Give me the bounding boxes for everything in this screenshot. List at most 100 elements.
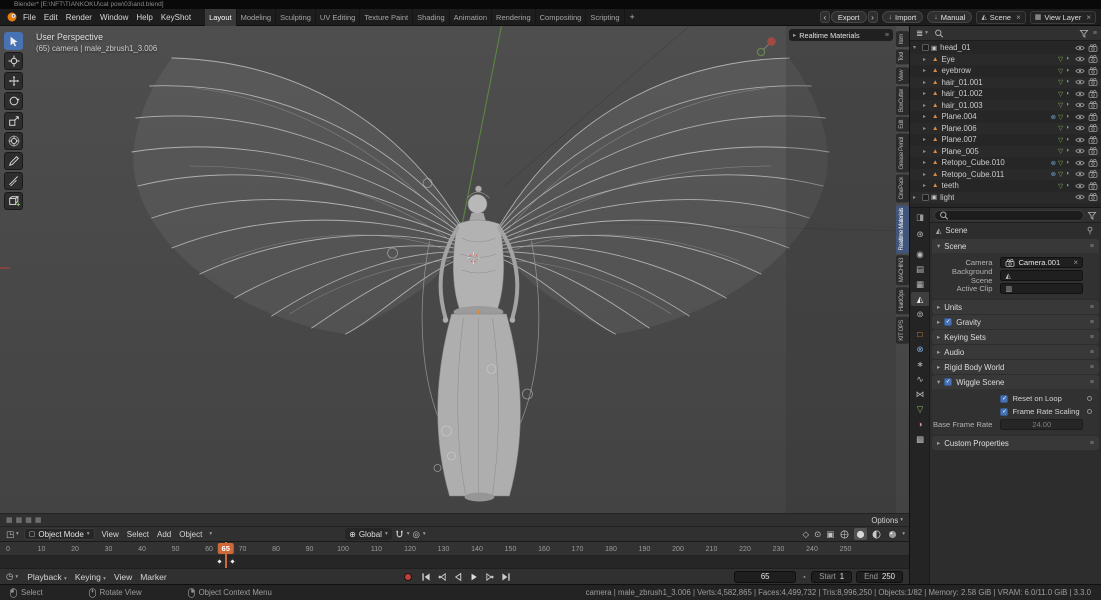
tool-transform[interactable] — [4, 132, 23, 150]
current-frame-chip[interactable]: 65 — [217, 543, 234, 554]
collection-grid-icon[interactable]: ▦ — [16, 516, 23, 524]
disable-render-icon[interactable] — [1088, 193, 1098, 201]
properties-tab-physics[interactable]: ∿ — [911, 372, 929, 386]
expand-arrow-icon[interactable]: ▸ — [923, 79, 930, 86]
drag-handle-icon[interactable]: ≡ — [1090, 304, 1094, 311]
toggle-xray-icon[interactable]: ▣ — [825, 529, 835, 540]
outliner-item-retopo-cube-010[interactable]: ▸ ▲ Retopo_Cube.010 ⊗ ▽ ◑ — [910, 157, 1101, 169]
auto-keying-button[interactable] — [403, 572, 412, 581]
expand-arrow-icon[interactable]: ▸ — [923, 113, 930, 120]
disable-render-icon[interactable] — [1088, 113, 1098, 121]
camera-field[interactable]: Camera.001 × — [1000, 257, 1083, 268]
hide-viewport-icon[interactable] — [1075, 147, 1085, 155]
workspace-tab-uv-editing[interactable]: UV Editing — [316, 8, 361, 26]
expand-arrow-icon[interactable]: ▸ — [923, 67, 930, 74]
sidebar-tab-view[interactable]: View — [896, 66, 909, 84]
expand-arrow-icon[interactable]: ▸ — [923, 182, 930, 189]
panel-units-header[interactable]: ▸ Units ≡ — [932, 300, 1099, 314]
hide-viewport-icon[interactable] — [1075, 67, 1085, 75]
show-overlays-icon[interactable]: ⊙ — [813, 529, 822, 540]
close-icon[interactable]: × — [1086, 13, 1091, 22]
add-workspace-button[interactable]: + — [625, 12, 640, 22]
start-frame-field[interactable]: Start 1 — [811, 570, 853, 583]
export-next-icon[interactable]: › — [867, 11, 878, 23]
outliner-item-plane-007[interactable]: ▸ ▲ Plane.007 ▽ ◑ — [910, 134, 1101, 146]
menu-object[interactable]: Object — [175, 530, 206, 539]
collection-grid-icon[interactable]: ▦ — [25, 516, 32, 524]
filter-icon[interactable] — [1079, 29, 1089, 38]
editor-type-button[interactable]: ◨ — [911, 210, 929, 224]
disable-render-icon[interactable] — [1088, 182, 1098, 190]
sidebar-tab-item[interactable]: Item — [896, 31, 909, 48]
clear-icon[interactable]: × — [1073, 258, 1078, 267]
properties-tab-world[interactable]: ⊚ — [911, 307, 929, 321]
sidebar-tab-edit[interactable]: Edit — [896, 116, 909, 132]
disable-render-icon[interactable] — [1088, 55, 1098, 63]
decorator-icon[interactable] — [1087, 396, 1092, 401]
workspace-tab-scripting[interactable]: Scripting — [586, 8, 625, 26]
timeline-ruler[interactable]: 0 10 20 30 40 50 60 70 80 90 100 110 120 130 140 150 160… — [0, 542, 909, 556]
base-frame-rate-field[interactable]: 24.00 — [1000, 419, 1083, 430]
properties-tab-particles[interactable]: ∗ — [911, 357, 929, 371]
outliner-item-head-01[interactable]: ▾ ▣ head_01 — [910, 42, 1101, 54]
keyframe-icon[interactable] — [228, 557, 236, 566]
hide-viewport-icon[interactable] — [1075, 193, 1085, 201]
tool-cursor[interactable] — [4, 52, 23, 70]
frame-rate-scaling-checkbox[interactable] — [1000, 407, 1009, 416]
expand-arrow-icon[interactable]: ▸ — [923, 56, 930, 63]
expand-arrow-icon[interactable]: ▸ — [923, 148, 930, 155]
search-icon[interactable] — [934, 29, 944, 38]
collection-checkbox[interactable] — [922, 44, 929, 52]
sidebar-tab-cinepack[interactable]: CinePack — [896, 174, 909, 203]
tool-select-box[interactable] — [4, 32, 23, 50]
modifier-icon[interactable]: ⊗ — [1051, 170, 1056, 178]
expand-arrow-icon[interactable]: ▸ — [937, 363, 940, 371]
disable-render-icon[interactable] — [1088, 101, 1098, 109]
expand-arrow-icon[interactable]: ▸ — [913, 194, 920, 201]
expand-arrow-icon[interactable]: ▸ — [937, 439, 940, 447]
drag-handle-icon[interactable]: ≡ — [1090, 364, 1094, 371]
export-button[interactable]: Export — [830, 11, 867, 23]
sidebar-tab-kit-ops[interactable]: KIT OPS — [896, 316, 909, 344]
editor-type-button[interactable]: ≣ ▾ — [914, 28, 930, 39]
outliner-item-teeth[interactable]: ▸ ▲ teeth ▽ ◑ — [910, 180, 1101, 192]
sidebar-tab-machin3[interactable]: MACHIN3 — [896, 255, 909, 286]
disable-render-icon[interactable] — [1088, 136, 1098, 144]
navigation-gizmo[interactable] — [753, 34, 779, 62]
outliner-item-plane-005[interactable]: ▸ ▲ Plane_005 ▽ ◑ — [910, 145, 1101, 157]
workspace-tab-layout[interactable]: Layout — [205, 8, 237, 26]
play-button[interactable] — [467, 571, 481, 583]
expand-arrow-icon[interactable]: ▸ — [923, 159, 930, 166]
hide-viewport-icon[interactable] — [1075, 44, 1085, 52]
show-gizmo-icon[interactable]: ◇ — [802, 529, 811, 540]
collapse-arrow-icon[interactable]: ▾ — [937, 378, 940, 386]
end-frame-field[interactable]: End 250 — [856, 570, 903, 583]
extra-dropdown-icon[interactable]: ▾ — [209, 531, 212, 537]
properties-tab-constraints[interactable]: ⋈ — [911, 387, 929, 401]
hide-viewport-icon[interactable] — [1075, 136, 1085, 144]
hide-viewport-icon[interactable] — [1075, 78, 1085, 86]
menu-add[interactable]: Add — [153, 530, 175, 539]
editor-type-button[interactable]: ◷ ▾ — [4, 571, 20, 582]
workspace-tab-sculpting[interactable]: Sculpting — [276, 8, 316, 26]
menu-keyshot[interactable]: KeyShot — [157, 13, 195, 22]
sidebar-tab-grease-pencil[interactable]: Grease Pencil — [896, 133, 909, 173]
properties-tab-material[interactable]: ◑ — [911, 417, 929, 431]
properties-tab-object-data[interactable]: ▽ — [911, 402, 929, 416]
workspace-tab-rendering[interactable]: Rendering — [492, 8, 536, 26]
collection-grid-icon[interactable]: ▦ — [35, 516, 42, 524]
outliner-item-plane-006[interactable]: ▸ ▲ Plane.006 ▽ ◑ — [910, 122, 1101, 134]
tool-scale[interactable] — [4, 112, 23, 130]
workspace-tab-compositing[interactable]: Compositing — [536, 8, 587, 26]
disable-render-icon[interactable] — [1088, 90, 1098, 98]
panel-rigid-body-world-header[interactable]: ▸ Rigid Body World ≡ — [932, 360, 1099, 374]
expand-arrow-icon[interactable]: ▸ — [937, 303, 940, 311]
import-button[interactable]: ↓ Import — [881, 11, 924, 23]
workspace-tab-shading[interactable]: Shading — [413, 8, 450, 26]
outliner-item-light[interactable]: ▸ ▣ light — [910, 191, 1101, 203]
disable-render-icon[interactable] — [1088, 44, 1098, 52]
properties-tab-object[interactable]: □ — [911, 327, 929, 341]
export-prev-icon[interactable]: ‹ — [819, 11, 830, 23]
collection-checkbox[interactable] — [922, 193, 929, 201]
outliner-item-eyebrow[interactable]: ▸ ▲ eyebrow ▽ ◑ — [910, 65, 1101, 77]
